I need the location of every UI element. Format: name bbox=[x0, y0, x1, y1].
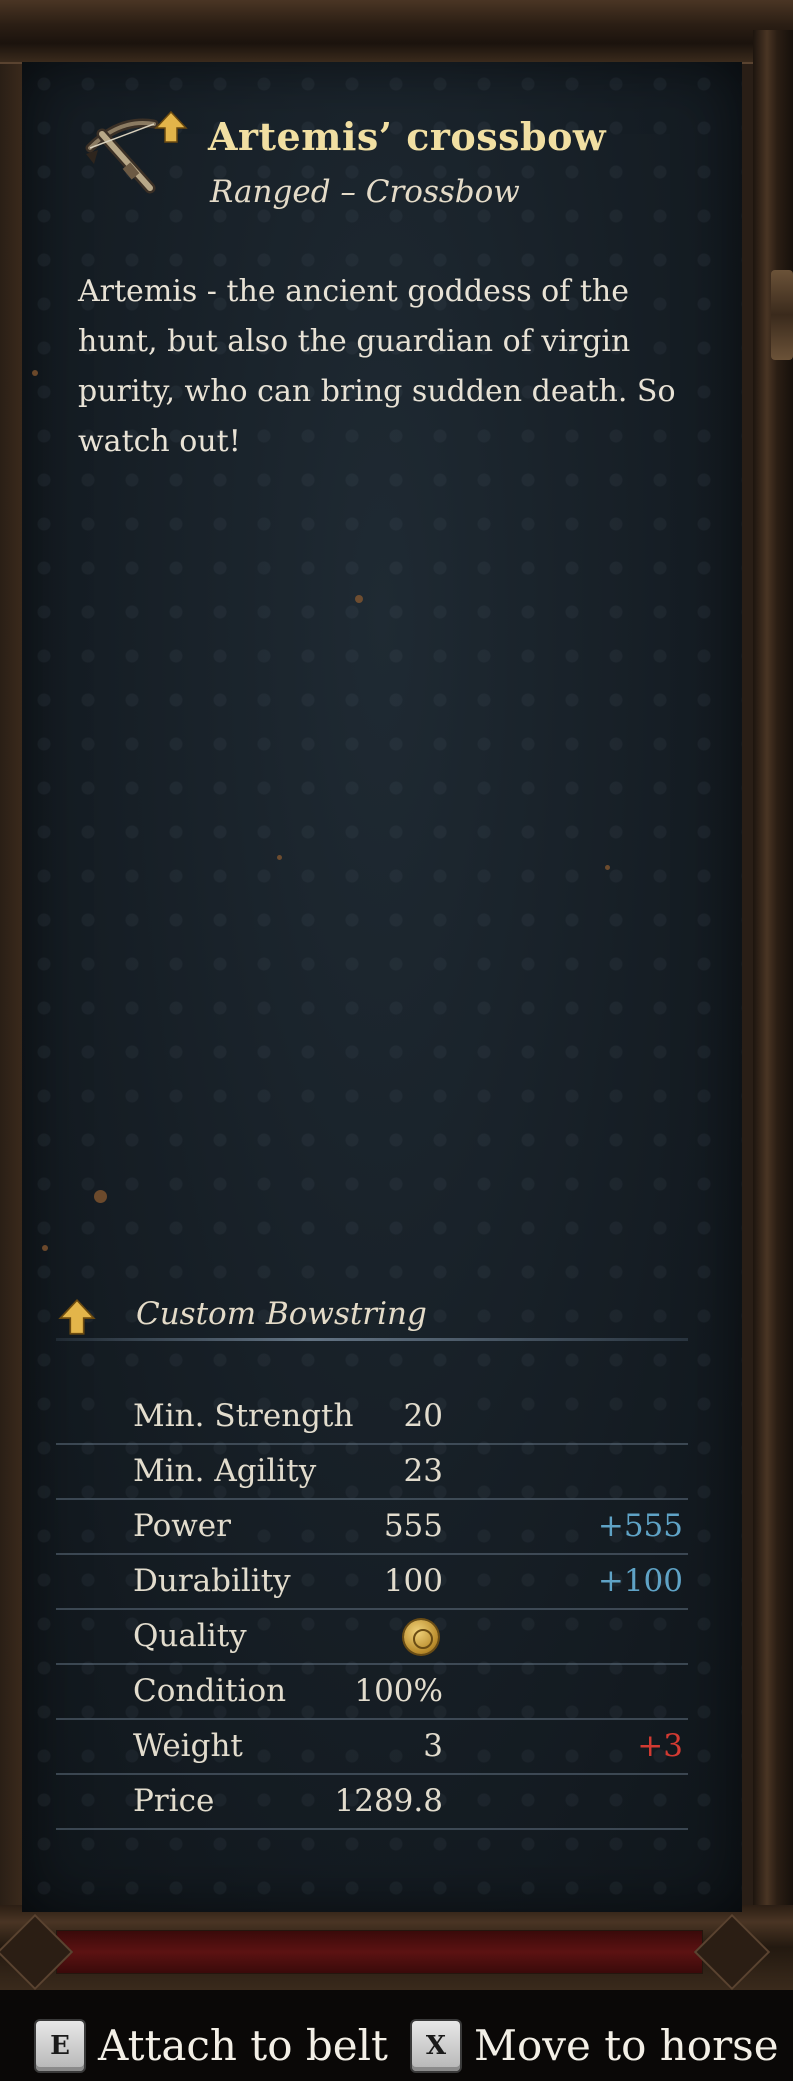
upgrade-arrow-icon bbox=[58, 1298, 98, 1338]
move-to-horse-label[interactable]: Move to horse bbox=[474, 2021, 779, 2070]
stat-delta: +3 bbox=[637, 1728, 683, 1764]
stat-row-min-strength: Min. Strength 20 bbox=[56, 1390, 688, 1445]
panel-speck bbox=[42, 1245, 48, 1251]
stat-label: Quality bbox=[133, 1618, 247, 1654]
stat-value: 23 bbox=[403, 1453, 443, 1489]
stat-row-min-agility: Min. Agility 23 bbox=[56, 1445, 688, 1500]
frame-red-bar bbox=[56, 1930, 703, 1974]
item-type: Ranged – Crossbow bbox=[210, 174, 520, 210]
stat-label: Weight bbox=[133, 1728, 243, 1764]
quality-coin-icon bbox=[404, 1620, 438, 1654]
stat-row-condition: Condition 100% bbox=[56, 1665, 688, 1720]
stat-value: 100 bbox=[383, 1563, 443, 1599]
stats-table: Min. Strength 20 Min. Agility 23 Power 5… bbox=[56, 1390, 688, 1830]
stat-row-weight: Weight 3 +3 bbox=[56, 1720, 688, 1775]
stat-row-price: Price 1289.8 bbox=[56, 1775, 688, 1830]
panel-speck bbox=[94, 1190, 107, 1203]
key-x-icon[interactable]: X bbox=[412, 2020, 460, 2071]
attach-to-belt-label[interactable]: Attach to belt bbox=[98, 2021, 388, 2070]
frame-top-border bbox=[0, 0, 793, 64]
stat-value: 3 bbox=[423, 1728, 443, 1764]
move-to-horse-action[interactable]: X Move to horse bbox=[412, 2018, 779, 2073]
stat-label: Durability bbox=[133, 1563, 291, 1599]
frame-ornament bbox=[771, 270, 793, 360]
item-description: Artemis - the ancient goddess of the hun… bbox=[78, 274, 676, 459]
stat-value: 100% bbox=[354, 1673, 443, 1709]
stat-label: Min. Agility bbox=[133, 1453, 317, 1489]
modification-label: Custom Bowstring bbox=[136, 1296, 427, 1332]
stat-value: 555 bbox=[383, 1508, 443, 1544]
panel-speck bbox=[355, 595, 363, 603]
panel-speck bbox=[32, 370, 38, 376]
panel-speck bbox=[277, 855, 282, 860]
stat-label: Condition bbox=[133, 1673, 287, 1709]
section-divider bbox=[56, 1338, 688, 1341]
modification-row: Custom Bowstring bbox=[56, 1290, 676, 1350]
stat-delta: +555 bbox=[597, 1508, 683, 1544]
attach-to-belt-action[interactable]: E Attach to belt bbox=[36, 2018, 388, 2073]
stat-row-durability: Durability 100 +100 bbox=[56, 1555, 688, 1610]
stat-value: 20 bbox=[403, 1398, 443, 1434]
stat-label: Min. Strength bbox=[133, 1398, 354, 1434]
item-title: Artemis’ crossbow bbox=[208, 114, 607, 159]
panel-speck bbox=[605, 865, 610, 870]
stat-label: Price bbox=[133, 1783, 215, 1819]
stat-value: 1289.8 bbox=[334, 1783, 443, 1819]
stat-row-power: Power 555 +555 bbox=[56, 1500, 688, 1555]
stat-row-quality: Quality bbox=[56, 1610, 688, 1665]
stat-label: Power bbox=[133, 1508, 231, 1544]
stat-delta: +100 bbox=[597, 1563, 683, 1599]
key-e-icon[interactable]: E bbox=[36, 2020, 84, 2071]
